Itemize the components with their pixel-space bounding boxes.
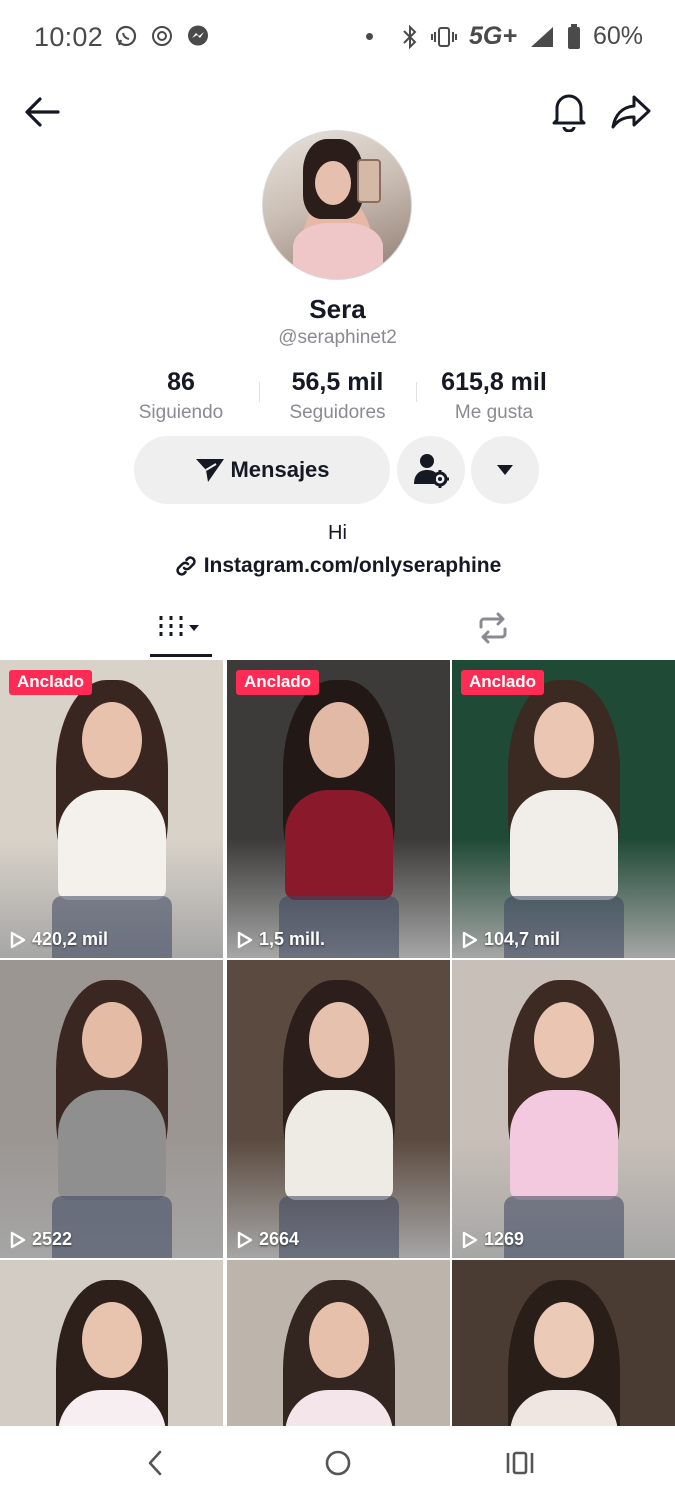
profile-tabs: [0, 598, 675, 660]
tab-reposts[interactable]: [462, 598, 524, 658]
status-time: 10:02: [34, 22, 104, 52]
battery-icon: [567, 23, 580, 49]
pinned-badge: Anclado: [236, 670, 320, 695]
video-tile[interactable]: Anclado 1,5 mill.: [227, 660, 450, 958]
video-tile[interactable]: Anclado 420,2 mil: [0, 660, 223, 958]
signal-icon: [530, 26, 553, 47]
pinned-badge: Anclado: [9, 670, 93, 695]
stat-divider: [416, 382, 417, 402]
send-icon: [196, 459, 225, 482]
screen-record-icon: [152, 26, 172, 46]
view-count: 2522: [10, 1229, 72, 1250]
message-button[interactable]: Mensajes: [134, 436, 390, 504]
display-name: Sera: [309, 294, 366, 324]
view-count-text: 2522: [32, 1229, 73, 1249]
more-dropdown-button[interactable]: [471, 436, 539, 504]
view-count: 104,7 mil: [462, 929, 560, 950]
stat-label: Seguidores: [289, 402, 386, 423]
play-icon: [237, 931, 253, 948]
stat-divider: [259, 382, 260, 402]
video-grid: Anclado 420,2 mil Anclado 1,5 mill. Anclado 1…: [0, 660, 675, 1426]
view-count: 1269: [462, 1229, 524, 1250]
view-count: 1,5 mill.: [237, 929, 325, 950]
stat-following[interactable]: 86 Siguiendo: [120, 368, 242, 424]
messenger-icon: [188, 25, 208, 46]
view-count-text: 1,5 mill.: [259, 929, 326, 949]
bell-icon[interactable]: [549, 90, 589, 132]
view-count-text: 2664: [259, 1229, 300, 1249]
play-icon: [237, 1231, 253, 1248]
bluetooth-icon: [403, 24, 417, 49]
play-icon: [10, 931, 26, 948]
nav-home-icon[interactable]: [320, 1446, 356, 1480]
video-tile[interactable]: [0, 1260, 223, 1426]
play-icon: [462, 1231, 478, 1248]
video-tile[interactable]: 2664: [227, 960, 450, 1258]
network-type: 5G+: [469, 22, 517, 50]
user-settings-icon: [414, 454, 449, 488]
share-arrow-icon[interactable]: [610, 92, 652, 132]
view-count-text: 104,7 mil: [484, 929, 561, 949]
pinned-badge: Anclado: [461, 670, 545, 695]
bio-text: Hi: [328, 522, 347, 544]
stat-label: Siguiendo: [138, 402, 224, 423]
battery-percent: 60%: [592, 22, 643, 50]
stat-value: 86: [167, 368, 195, 396]
nav-back-icon[interactable]: [138, 1446, 174, 1480]
bio-link-text: Instagram.com/onlyseraphine: [203, 554, 502, 577]
video-tile[interactable]: [452, 1260, 675, 1426]
videos-grid-icon: [159, 616, 199, 636]
stat-followers[interactable]: 56,5 mil Seguidores: [270, 368, 405, 424]
video-tile[interactable]: 2522: [0, 960, 223, 1258]
video-tile[interactable]: [227, 1260, 450, 1426]
stat-likes[interactable]: 615,8 mil Me gusta: [428, 368, 560, 424]
view-count: 2664: [237, 1229, 299, 1250]
view-count-text: 420,2 mil: [32, 929, 109, 949]
status-right-icons: 5G+ 60%: [366, 22, 643, 51]
view-count-text: 1269: [484, 1229, 525, 1249]
tab-videos[interactable]: [150, 598, 212, 658]
username: @seraphinet2: [278, 327, 397, 348]
stat-value: 615,8 mil: [441, 368, 547, 396]
follow-settings-button[interactable]: [397, 436, 465, 504]
repost-icon: [479, 612, 507, 644]
nav-recents-icon[interactable]: [502, 1446, 538, 1480]
link-icon: [176, 556, 196, 576]
tab-active-indicator: [150, 654, 212, 657]
stat-value: 56,5 mil: [291, 368, 384, 396]
profile-stats: 86 Siguiendo 56,5 mil Seguidores 615,8 m…: [0, 368, 675, 424]
whatsapp-icon: [115, 25, 137, 47]
video-tile[interactable]: 1269: [452, 960, 675, 1258]
system-nav-bar: [0, 1426, 675, 1500]
view-count: 420,2 mil: [10, 929, 108, 950]
caret-down-icon: [497, 465, 513, 475]
avatar[interactable]: [262, 130, 412, 280]
notification-icons: [114, 24, 210, 48]
play-icon: [462, 931, 478, 948]
stat-label: Me gusta: [454, 402, 534, 423]
vibrate-icon: [431, 26, 457, 47]
play-icon: [10, 1231, 26, 1248]
bio-link[interactable]: Instagram.com/onlyseraphine: [0, 554, 675, 578]
video-tile[interactable]: Anclado 104,7 mil: [452, 660, 675, 958]
message-button-label: Mensajes: [230, 457, 330, 482]
status-bar: 10:02 5G+ 60%: [0, 0, 675, 76]
arrow-left-icon[interactable]: [22, 92, 62, 132]
dot-icon: [366, 33, 373, 40]
